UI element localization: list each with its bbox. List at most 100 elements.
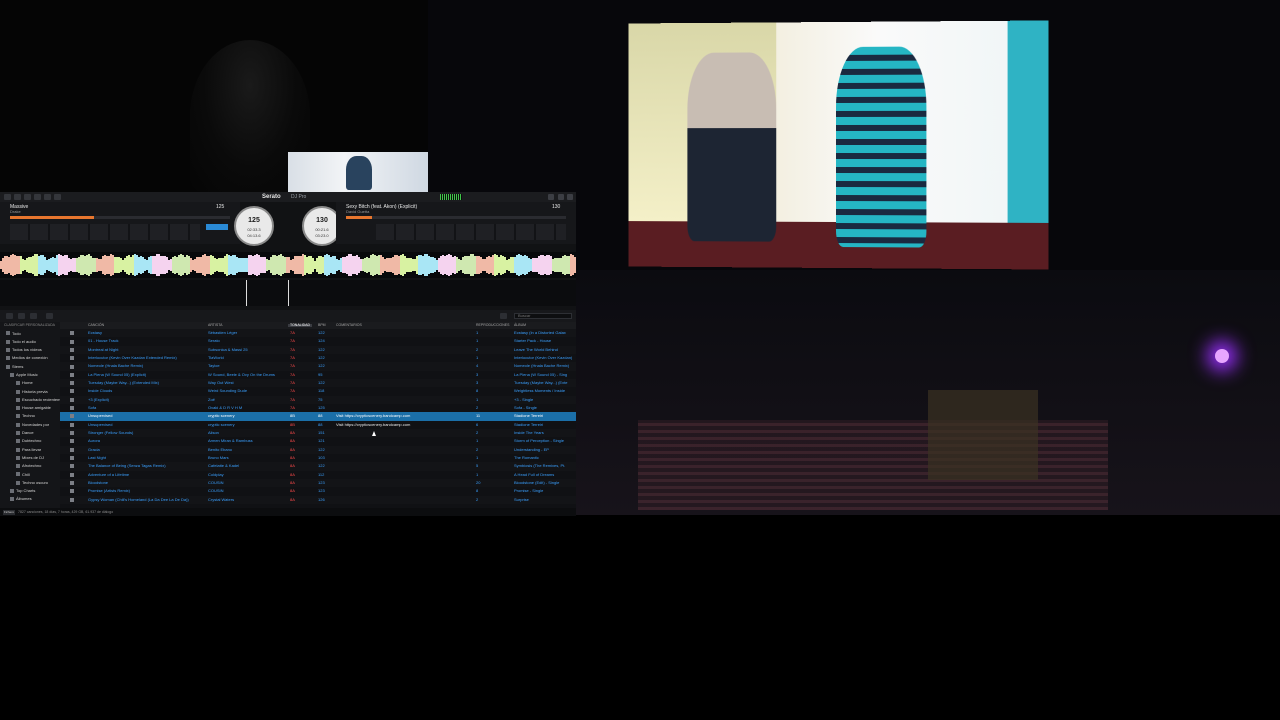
sidebar-item[interactable]: Álbumes: [0, 495, 60, 503]
table-row[interactable]: Gracia Benito Ebano 8A 122 2 Understanding - …: [60, 445, 576, 454]
projected-video: [628, 20, 1049, 270]
sidebar-item[interactable]: Techno oscuro: [0, 479, 60, 487]
crate-icon: [6, 356, 10, 361]
deck-1: Massive Drake 125: [0, 202, 240, 244]
table-row[interactable]: 01 - House Track Serato 7A 124 1 Starter Pack…: [60, 337, 576, 345]
cell-bpm: 122: [318, 463, 325, 469]
table-row[interactable]: Aurora Armen Miran & Rambuss 8A 121 1 Storm o…: [60, 437, 576, 445]
column-artist[interactable]: ARTISTA: [208, 323, 222, 328]
table-row[interactable]: Ecstasy Sébastien Léger 7A 122 1 Ecstasy (In …: [60, 329, 576, 338]
sidebar-item[interactable]: Medios de conexión: [0, 354, 60, 362]
table-row[interactable]: Montreal at Night Subsonica & Massi 25 7A 1…: [60, 345, 576, 354]
table-row[interactable]: Promise (Artists Remix) COUSIN 8A 123 8 Promi…: [60, 487, 576, 495]
column-key[interactable]: TONALIDAD: [288, 323, 312, 327]
column-album[interactable]: ÁLBUM: [514, 323, 526, 328]
deck-2-pads[interactable]: [376, 224, 566, 240]
prepare-icon[interactable]: [30, 313, 37, 319]
table-row[interactable]: Unsupervised cryptic scenery 8B 88 Visit htt…: [60, 421, 576, 429]
sidebar-item[interactable]: Dance: [0, 429, 60, 437]
table-row[interactable]: Gypsy Woman (Chili's Homeland (La Da Dee…: [60, 495, 576, 504]
settings-icon[interactable]: [548, 194, 554, 200]
table-row[interactable]: Last Night Bruno Mars 8A 103 1 The Romantic: [60, 454, 576, 462]
cell-plays: 3: [476, 379, 479, 385]
sidebar-item[interactable]: Top Charts: [0, 487, 60, 495]
column-comments[interactable]: COMENTARIOS: [336, 323, 362, 328]
track-overview[interactable]: [0, 280, 576, 306]
cell-key: 7A: [290, 404, 295, 410]
mouse-cursor: [372, 431, 376, 436]
deck-1-platter[interactable]: 125 02:33.3 04:13.6: [234, 206, 274, 246]
column-song[interactable]: CANCIÓN: [88, 323, 104, 328]
sidebar-item[interactable]: Historia previa: [0, 388, 60, 396]
sidebar-item[interactable]: Home: [0, 379, 60, 387]
cell-key: 7A: [290, 363, 295, 369]
toolbar-button[interactable]: [4, 194, 11, 200]
column-plays[interactable]: REPRODUCCIONES: [476, 323, 509, 328]
table-row[interactable]: Inside Clouds Weird Sounding Dude 7A 118 8 We…: [60, 387, 576, 395]
close-icon[interactable]: [567, 194, 573, 200]
sidebar-item[interactable]: Para llevar: [0, 446, 60, 454]
sidebar-item[interactable]: Afrotechno: [0, 462, 60, 470]
sidebar-item[interactable]: Chill: [0, 471, 60, 479]
toolbar-button[interactable]: [34, 194, 41, 200]
track-type-icon: [70, 456, 74, 461]
sidebar-item[interactable]: Escuchado recientemente: [0, 396, 60, 404]
table-row[interactable]: Adventure of a Lifetime Coldplay 8A 112 1 A H…: [60, 471, 576, 479]
sidebar-item[interactable]: Mixes de DJ: [0, 454, 60, 462]
sidebar-item-label: Todo el audio: [12, 338, 36, 344]
sidebar-item[interactable]: Techno: [0, 412, 60, 420]
table-row[interactable]: Tuesday (Maybe Way...) (Extended Mix) Way…: [60, 378, 576, 388]
sidebar-item[interactable]: Todo: [0, 330, 60, 338]
cell-plays: 1: [476, 471, 479, 477]
table-row[interactable]: +3 (Explicit) Zoë 7A 75 1 +3 - Single: [60, 395, 576, 404]
track-type-icon: [70, 414, 74, 419]
sidebar-item-label: Todo: [12, 330, 21, 336]
table-row[interactable]: Nomeole (Hnala Bache Remix) Tayloe 7A 122 4 N…: [60, 362, 576, 371]
sidebar-item[interactable]: Dubtechno: [0, 437, 60, 445]
list-view-icon[interactable]: [500, 313, 507, 319]
track-type-icon: [70, 364, 74, 369]
deck-1-playhead[interactable]: [246, 280, 247, 306]
table-row[interactable]: La Plena (W Sound 05) (Explicit) W Sound,…: [60, 371, 576, 379]
table-row[interactable]: The Balance of Being (Senza Tagas Remix)…: [60, 462, 576, 471]
deck-2-bpm: 130: [552, 204, 561, 210]
table-row[interactable]: Sofa Ovaki & D R V H M 7A 125 2 Sofa - Single: [60, 404, 576, 412]
toolbar-button[interactable]: [54, 194, 61, 200]
minimize-icon[interactable]: [558, 194, 564, 200]
table-row[interactable]: Stronger (Fellow Sounds) Alison 8A 151 2 Insi…: [60, 428, 576, 438]
cell-artist: Alison: [208, 429, 219, 435]
deck-1-pads[interactable]: [10, 224, 200, 240]
status-button[interactable]: Fichero: [3, 509, 15, 515]
sidebar-item[interactable]: Todo el audio: [0, 338, 60, 346]
search-icon[interactable]: [46, 313, 53, 319]
deck-2-playhead[interactable]: [288, 280, 289, 306]
track-type-icon: [70, 439, 74, 444]
sidebar-item[interactable]: Stems: [0, 363, 60, 371]
cell-key: 8B: [290, 421, 295, 427]
scrolling-waveform[interactable]: [0, 252, 576, 278]
sidebar-item[interactable]: Todos los vídeos: [0, 346, 60, 354]
cell-album: Symbiosis (The Remixes, Pt.: [514, 463, 566, 469]
cell-artist: Coldplay: [208, 471, 224, 477]
deck-1-progress[interactable]: [10, 216, 230, 219]
deck-1-cue-button[interactable]: [206, 224, 228, 230]
table-row[interactable]: Interlocutor (Kevin Over Kazdan Extended…: [60, 354, 576, 362]
cell-bpm: 151: [318, 429, 325, 435]
toolbar-button[interactable]: [14, 194, 21, 200]
cardboard-box: [928, 390, 1038, 480]
toolbar-button[interactable]: [44, 194, 51, 200]
deck-2-progress[interactable]: [346, 216, 566, 219]
search-input[interactable]: Buscar: [514, 313, 572, 319]
sidebar-item[interactable]: Apple Music: [0, 371, 60, 379]
cell-bpm: 118: [318, 388, 325, 394]
sidebar-item[interactable]: Novedades por: [0, 421, 60, 429]
files-icon[interactable]: [6, 313, 13, 319]
browse-icon[interactable]: [18, 313, 25, 319]
crate-icon: [16, 381, 20, 386]
toolbar-button[interactable]: [24, 194, 31, 200]
sidebar-item[interactable]: House amigable: [0, 404, 60, 412]
table-row[interactable]: Bloodstone COUSIN 8A 123 20 Bloodstone (Edit)…: [60, 478, 576, 488]
table-row[interactable]: Unsupervised cryptic scenery 8B 88 Visit htt…: [60, 412, 576, 421]
cell-bpm: 88: [318, 413, 323, 419]
column-bpm[interactable]: BPM: [318, 323, 326, 328]
